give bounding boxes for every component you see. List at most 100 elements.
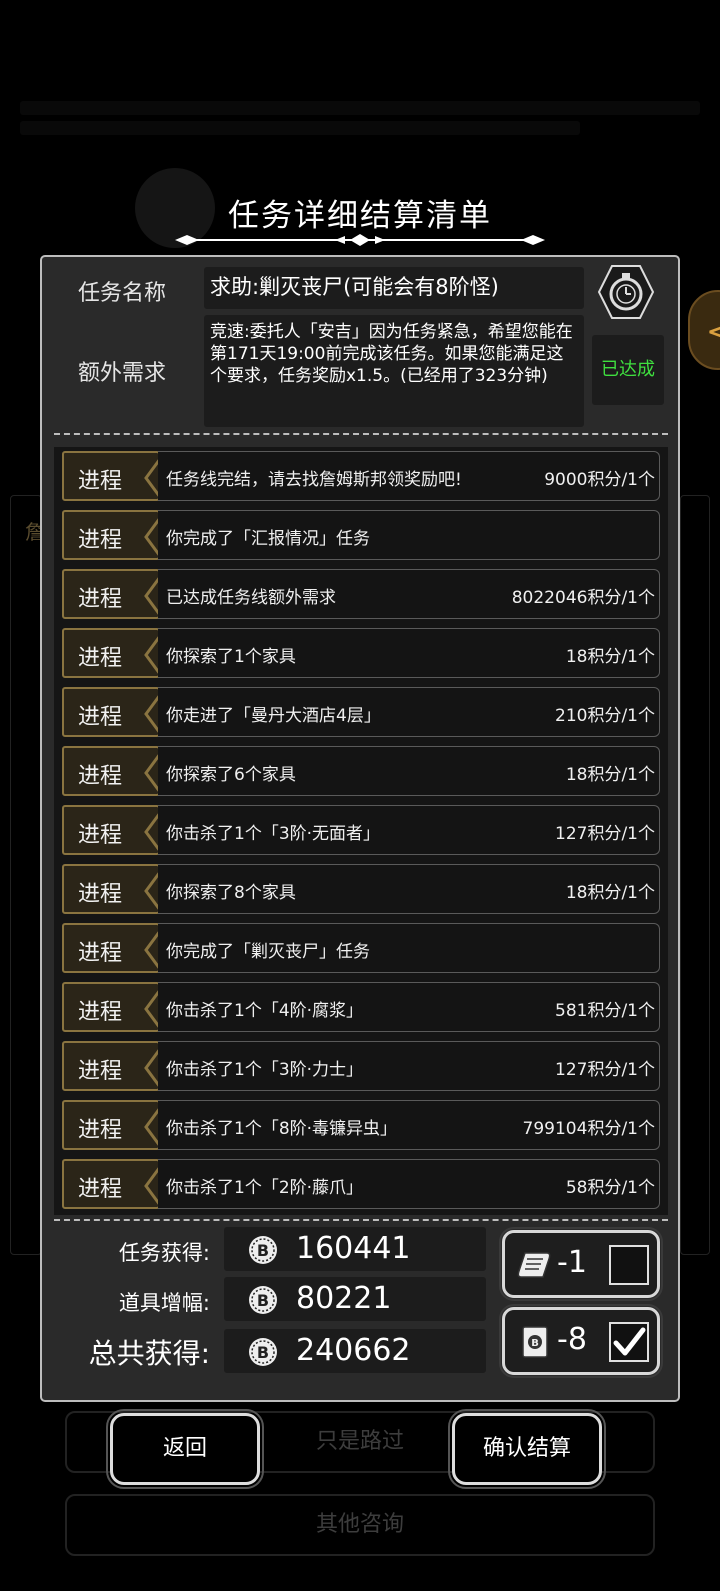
progress-tag-label: 进程 xyxy=(78,823,123,848)
status-badge: 已达成 xyxy=(592,335,664,405)
coin-icon: B xyxy=(249,1338,277,1366)
progress-points: 127积分/1个 xyxy=(555,1060,655,1080)
progress-points: 18积分/1个 xyxy=(565,647,655,667)
progress-tag: 进程 xyxy=(62,864,162,914)
side-collapse-button[interactable] xyxy=(688,290,720,370)
progress-tag: 进程 xyxy=(62,1100,162,1150)
progress-description: 你探索了8个家具 xyxy=(166,883,296,903)
item-boost-box: B 80221 xyxy=(224,1277,486,1321)
progress-tag: 进程 xyxy=(62,451,162,501)
progress-points: 18积分/1个 xyxy=(565,765,655,785)
progress-row: 进程 你完成了「汇报情况」任务 xyxy=(62,510,660,560)
progress-tag-label: 进程 xyxy=(78,469,123,494)
svg-text:B: B xyxy=(257,1241,269,1260)
progress-tag-label: 进程 xyxy=(78,882,123,907)
progress-points: 127积分/1个 xyxy=(555,824,655,844)
progress-points: 581积分/1个 xyxy=(555,1001,655,1021)
progress-tag-label: 进程 xyxy=(78,941,123,966)
progress-row: 进程 你击杀了1个「4阶·腐浆」 581积分/1个 xyxy=(62,982,660,1032)
item-checkbox[interactable] xyxy=(609,1322,649,1362)
progress-row: 进程 已达成任务线额外需求 8022046积分/1个 xyxy=(62,569,660,619)
progress-row-body: 你完成了「剿灭丧尸」任务 xyxy=(158,923,660,973)
progress-tag: 进程 xyxy=(62,510,162,560)
progress-tag-label: 进程 xyxy=(78,764,123,789)
progress-tag-label: 进程 xyxy=(78,1177,123,1202)
progress-description: 你击杀了1个「8阶·毒镰异虫」 xyxy=(166,1119,398,1139)
progress-points: 58积分/1个 xyxy=(565,1178,655,1198)
progress-points: 18积分/1个 xyxy=(565,883,655,903)
progress-description: 你击杀了1个「2阶·藤爪」 xyxy=(166,1178,364,1198)
progress-row-body: 你击杀了1个「3阶·无面者」 127积分/1个 xyxy=(158,805,660,855)
task-earned-box: B 160441 xyxy=(224,1227,486,1271)
progress-description: 你击杀了1个「3阶·无面者」 xyxy=(166,824,381,844)
progress-row: 进程 你击杀了1个「2阶·藤爪」 58积分/1个 xyxy=(62,1159,660,1209)
task-name-value: 求助:剿灭丧尸(可能会有8阶怪) xyxy=(204,267,584,309)
background-other-button: 其他咨询 xyxy=(65,1494,655,1556)
progress-tag: 进程 xyxy=(62,805,162,855)
divider xyxy=(54,433,668,435)
progress-row-body: 你击杀了1个「3阶·力士」 127积分/1个 xyxy=(158,1041,660,1091)
progress-row-body: 你击杀了1个「4阶·腐浆」 581积分/1个 xyxy=(158,982,660,1032)
progress-tag: 进程 xyxy=(62,1041,162,1091)
progress-tag: 进程 xyxy=(62,1159,162,1209)
progress-row-body: 你探索了8个家具 18积分/1个 xyxy=(158,864,660,914)
progress-row: 进程 你击杀了1个「3阶·力士」 127积分/1个 xyxy=(62,1041,660,1091)
item-boost-label: 道具增幅: xyxy=(118,1291,210,1315)
progress-tag-label: 进程 xyxy=(78,646,123,671)
title-ornament xyxy=(175,234,545,246)
progress-row-body: 你探索了6个家具 18积分/1个 xyxy=(158,746,660,796)
total-earned-label: 总共获得: xyxy=(88,1337,210,1370)
svg-text:B: B xyxy=(257,1343,269,1362)
item-count: -1 xyxy=(557,1245,587,1280)
svg-text:B: B xyxy=(531,1338,539,1349)
progress-row-body: 你探索了1个家具 18积分/1个 xyxy=(158,628,660,678)
back-button[interactable]: 返回 xyxy=(106,1409,264,1489)
coin-icon: B xyxy=(249,1286,277,1314)
progress-points: 210积分/1个 xyxy=(555,706,655,726)
dialog-header: 任务详细结算清单 xyxy=(0,190,720,246)
progress-tag-label: 进程 xyxy=(78,1000,123,1025)
total-earned-value: 240662 xyxy=(296,1333,411,1368)
progress-description: 你探索了1个家具 xyxy=(166,647,296,667)
progress-row-body: 你击杀了1个「8阶·毒镰异虫」 799104积分/1个 xyxy=(158,1100,660,1150)
item-toggle-scroll[interactable]: -1 xyxy=(499,1227,663,1301)
settlement-panel: 任务名称 求助:剿灭丧尸(可能会有8阶怪) 额外需求 竞速:委托人「安吉」因为任… xyxy=(40,255,680,1402)
progress-tag-label: 进程 xyxy=(78,1059,123,1084)
divider xyxy=(54,1219,668,1221)
progress-tag-label: 进程 xyxy=(78,1118,123,1143)
progress-points: 8022046积分/1个 xyxy=(511,588,655,608)
progress-tag: 进程 xyxy=(62,982,162,1032)
progress-tag: 进程 xyxy=(62,569,162,619)
checkmark-icon xyxy=(613,1327,646,1356)
progress-row: 进程 你探索了6个家具 18积分/1个 xyxy=(62,746,660,796)
item-checkbox[interactable] xyxy=(609,1245,649,1285)
item-boost-value: 80221 xyxy=(296,1281,392,1316)
progress-tag-label: 进程 xyxy=(78,528,123,553)
background-panel-right xyxy=(680,495,710,1255)
progress-tag: 进程 xyxy=(62,687,162,737)
stopwatch-icon xyxy=(597,265,655,319)
progress-list[interactable]: 进程 任务线完结，请去找詹姆斯邦领奖励吧! 9000积分/1个 进程 你完成了「汇报情况… xyxy=(54,447,668,1215)
item-toggle-card[interactable]: B -8 xyxy=(499,1304,663,1378)
task-name-label: 任务名称 xyxy=(77,281,166,306)
progress-description: 你击杀了1个「4阶·腐浆」 xyxy=(166,1001,364,1021)
svg-text:B: B xyxy=(257,1291,269,1310)
dialog-title: 任务详细结算清单 xyxy=(228,198,492,234)
progress-description: 你完成了「剿灭丧尸」任务 xyxy=(166,942,370,962)
scroll-icon xyxy=(517,1252,551,1278)
progress-row: 进程 你击杀了1个「8阶·毒镰异虫」 799104积分/1个 xyxy=(62,1100,660,1150)
progress-row-body: 你完成了「汇报情况」任务 xyxy=(158,510,660,560)
extra-requirement-label: 额外需求 xyxy=(77,361,166,386)
progress-description: 你走进了「曼丹大酒店4层」 xyxy=(166,706,381,726)
progress-row: 进程 你走进了「曼丹大酒店4层」 210积分/1个 xyxy=(62,687,660,737)
progress-tag: 进程 xyxy=(62,923,162,973)
progress-description: 已达成任务线额外需求 xyxy=(166,588,336,608)
confirm-settlement-button[interactable]: 确认结算 xyxy=(448,1409,606,1489)
progress-description: 你完成了「汇报情况」任务 xyxy=(166,529,370,549)
background-text-blur xyxy=(0,95,720,155)
progress-row: 进程 你探索了1个家具 18积分/1个 xyxy=(62,628,660,678)
progress-tag-label: 进程 xyxy=(78,587,123,612)
progress-row-body: 已达成任务线额外需求 8022046积分/1个 xyxy=(158,569,660,619)
card-icon: B xyxy=(522,1326,548,1358)
progress-points: 799104积分/1个 xyxy=(522,1119,655,1139)
